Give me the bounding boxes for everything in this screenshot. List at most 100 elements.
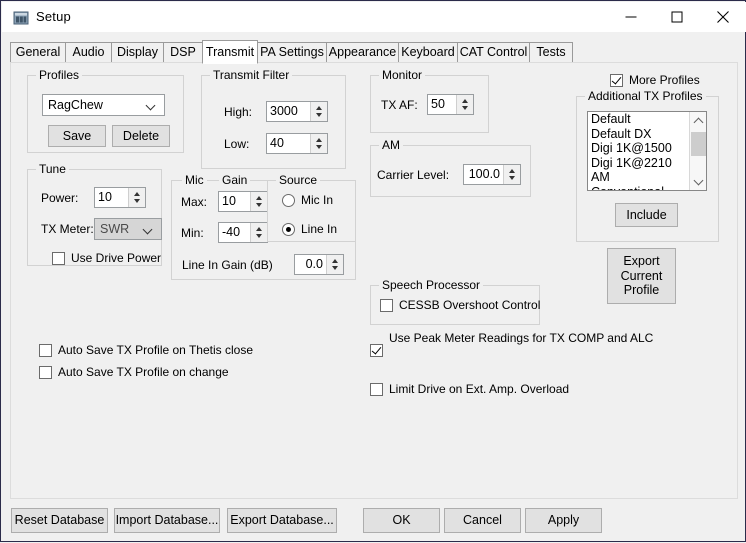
tab-audio[interactable]: Audio (65, 42, 112, 63)
profiles-group: Profiles RagChew Save Delete (27, 75, 184, 153)
chevron-down-icon (144, 226, 153, 232)
ok-button[interactable]: OK (363, 508, 440, 533)
tx-af-value: 50 (428, 95, 456, 114)
use-drive-power-label: Use Drive Power (71, 250, 161, 266)
additional-tx-profiles-list[interactable]: Default Default DX Digi 1K@1500 Digi 1K@… (587, 111, 707, 191)
cessb-overshoot-label: CESSB Overshoot Control (399, 297, 540, 313)
tab-general[interactable]: General (10, 42, 66, 63)
tab-appearance[interactable]: Appearance (326, 42, 399, 63)
maximize-button[interactable] (654, 2, 700, 32)
tune-power-stepper[interactable]: 10 (94, 187, 146, 208)
filter-high-stepper[interactable]: 3000 (266, 101, 328, 122)
tab-display[interactable]: Display (111, 42, 164, 63)
spinner-arrows-icon[interactable] (128, 188, 145, 207)
line-in-gain-stepper[interactable]: 0.0 (294, 254, 344, 275)
tx-meter-value: SWR (100, 222, 129, 236)
tune-group-label: Tune (36, 162, 69, 176)
tx-meter-label: TX Meter: (41, 222, 94, 236)
tx-meter-select[interactable]: SWR (94, 218, 162, 240)
export-database-button[interactable]: Export Database... (227, 508, 337, 533)
high-label: High: (224, 105, 252, 119)
apply-button[interactable]: Apply (525, 508, 602, 533)
save-profile-button[interactable]: Save (48, 125, 106, 147)
scrollbar-thumb[interactable] (691, 132, 706, 156)
monitor-group-label: Monitor (379, 68, 425, 82)
minimize-icon (626, 12, 637, 23)
radio-line-in-label: Line In (301, 221, 337, 237)
carrier-level-label: Carrier Level: (377, 168, 449, 182)
spinner-arrows-icon[interactable] (250, 192, 267, 211)
delete-profile-button[interactable]: Delete (112, 125, 170, 147)
spinner-arrows-icon[interactable] (250, 223, 267, 242)
filter-low-stepper[interactable]: 40 (266, 133, 328, 154)
mic-max-label: Max: (181, 195, 207, 209)
tab-dsp[interactable]: DSP (163, 42, 203, 63)
close-icon (717, 11, 729, 23)
tx-af-stepper[interactable]: 50 (427, 94, 474, 115)
carrier-level-stepper[interactable]: 100.0 (463, 164, 521, 185)
checkbox-box (610, 74, 623, 87)
setup-window: Setup General Audio Display DSP Transmit… (0, 0, 746, 542)
auto-save-on-change-label: Auto Save TX Profile on change (58, 364, 229, 380)
checkbox-box (39, 366, 52, 379)
gain-group-label: Gain (219, 173, 250, 187)
tune-power-value: 10 (95, 188, 128, 207)
checkbox-box (370, 344, 383, 357)
checkbox-box (380, 299, 393, 312)
tab-keyboard[interactable]: Keyboard (398, 42, 458, 63)
close-button[interactable] (700, 2, 746, 32)
tx-af-label: TX AF: (381, 98, 418, 112)
profile-select[interactable]: RagChew (42, 94, 165, 116)
tune-group: Tune Power: 10 TX Meter: SWR Use Drive P… (27, 169, 162, 266)
chevron-down-icon[interactable] (690, 173, 707, 190)
spinner-arrows-icon[interactable] (456, 95, 473, 114)
tab-transmit[interactable]: Transmit (202, 40, 258, 64)
mic-group-label: Mic (182, 173, 207, 187)
export-current-profile-button[interactable]: Export Current Profile (607, 248, 676, 304)
limit-drive-label: Limit Drive on Ext. Amp. Overload (389, 381, 569, 397)
import-database-button[interactable]: Import Database... (114, 508, 220, 533)
profiles-group-label: Profiles (36, 68, 82, 82)
power-label: Power: (41, 191, 78, 205)
checkbox-box (370, 383, 383, 396)
include-button[interactable]: Include (615, 203, 678, 227)
filter-high-value: 3000 (267, 102, 310, 121)
checkbox-box (52, 252, 65, 265)
source-group-label: Source (276, 173, 320, 187)
radio-circle (282, 194, 295, 207)
use-peak-meter-label: Use Peak Meter Readings for TX COMP and … (389, 330, 653, 346)
tab-strip: General Audio Display DSP Transmit PA Se… (10, 40, 738, 63)
monitor-group: Monitor TX AF: 50 (370, 75, 489, 133)
transmit-tab-page: Profiles RagChew Save Delete Tune Power:… (10, 62, 738, 499)
tab-tests[interactable]: Tests (529, 42, 573, 63)
additional-tx-profiles-group-label: Additional TX Profiles (585, 89, 706, 103)
app-window-icon (13, 10, 29, 26)
transmit-filter-group: Transmit Filter High: 3000 Low: 40 (201, 75, 346, 169)
window-title: Setup (36, 9, 71, 24)
chevron-up-icon[interactable] (690, 112, 707, 129)
more-profiles-label: More Profiles (629, 72, 700, 88)
spinner-arrows-icon[interactable] (326, 255, 343, 274)
maximize-icon (672, 12, 683, 23)
mic-min-stepper[interactable]: -40 (218, 222, 268, 243)
radio-mic-in-label: Mic In (301, 192, 333, 208)
source-group: Source Mic In Line In (267, 180, 356, 242)
title-bar: Setup (2, 2, 746, 32)
bottom-button-bar: Reset Database Import Database... Export… (1, 499, 746, 543)
line-in-gain-label: Line In Gain (dB) (182, 258, 273, 272)
cancel-button[interactable]: Cancel (444, 508, 521, 533)
list-scrollbar[interactable] (689, 112, 706, 190)
spinner-arrows-icon[interactable] (310, 134, 327, 153)
reset-database-button[interactable]: Reset Database (11, 508, 108, 533)
minimize-button[interactable] (608, 2, 654, 32)
mic-max-value: 10 (219, 192, 250, 211)
speech-processor-group: Speech Processor CESSB Overshoot Control (370, 285, 540, 325)
spinner-arrows-icon[interactable] (503, 165, 520, 184)
spinner-arrows-icon[interactable] (310, 102, 327, 121)
tab-pa-settings[interactable]: PA Settings (257, 42, 327, 63)
tab-cat-control[interactable]: CAT Control (457, 42, 530, 63)
radio-circle (282, 223, 295, 236)
auto-save-on-close-label: Auto Save TX Profile on Thetis close (58, 342, 253, 358)
mic-max-stepper[interactable]: 10 (218, 191, 268, 212)
transmit-filter-group-label: Transmit Filter (210, 68, 292, 82)
